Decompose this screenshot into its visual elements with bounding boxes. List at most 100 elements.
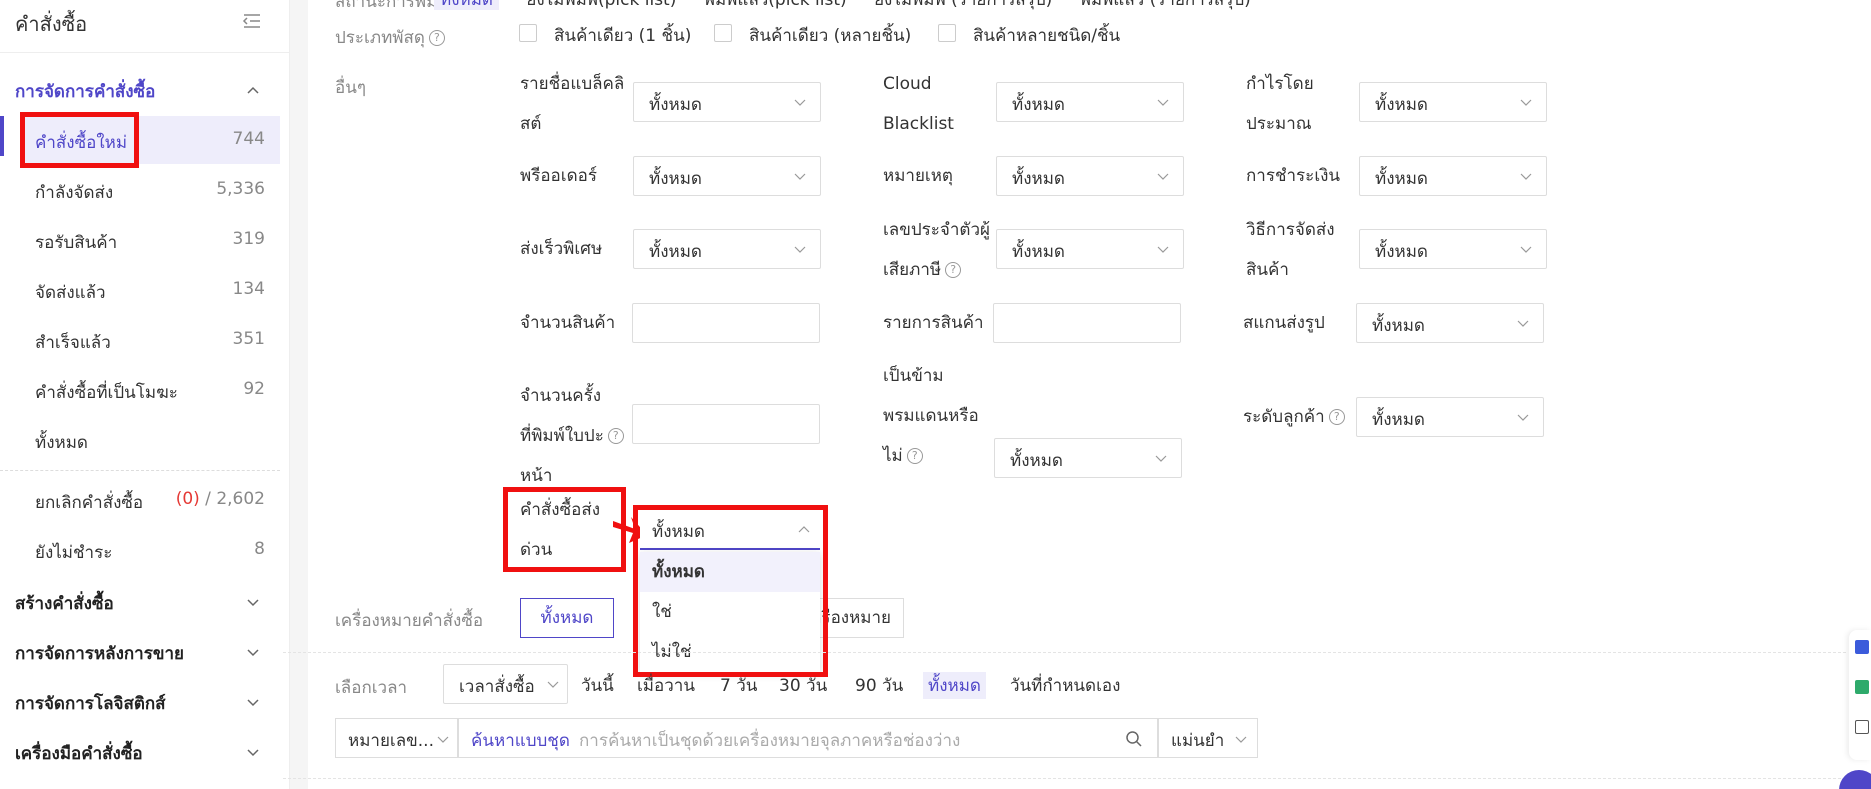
main-content: สถานะการพิมพ์ ทั้งหมด ยังไม่พิมพ์(pick l… bbox=[283, 0, 1871, 789]
time-option-yesterday[interactable]: เมื่อวาน bbox=[637, 672, 695, 699]
order-mark-all-button[interactable]: ทั้งหมด bbox=[520, 598, 614, 638]
chevron-down-icon bbox=[794, 99, 806, 106]
sidebar-item-void-orders[interactable]: คำสั่งซื้อที่เป็นโมฆะ 92 bbox=[20, 366, 280, 414]
sidebar-item-shipped[interactable]: จัดส่งแล้ว 134 bbox=[20, 266, 280, 314]
blacklist-select[interactable]: ทั้งหมด bbox=[633, 82, 821, 122]
checkbox-multi-type[interactable] bbox=[938, 24, 956, 42]
payment-select[interactable]: ทั้งหมด bbox=[1359, 156, 1547, 196]
shipping-method-select[interactable]: ทั้งหมด bbox=[1359, 229, 1547, 269]
chevron-down-icon bbox=[1235, 736, 1247, 743]
label-line: รายชื่อแบล็คลิ bbox=[520, 74, 625, 94]
label-line: Cloud bbox=[883, 74, 932, 94]
chevron-down-icon bbox=[1157, 99, 1169, 106]
sidebar-item-awaiting-receipt[interactable]: รอรับสินค้า 319 bbox=[20, 216, 280, 264]
checkbox-single-multi[interactable] bbox=[714, 24, 732, 42]
tab-printed-pick[interactable]: พิมพ์แล้ว(pick list) bbox=[704, 0, 847, 10]
preorder-select[interactable]: ทั้งหมด bbox=[633, 156, 821, 196]
checkbox-label: สินค้าเดียว (1 ชิ้น) bbox=[554, 26, 692, 46]
collapse-menu-icon[interactable] bbox=[242, 12, 262, 30]
select-value: ทั้งหมด bbox=[1372, 410, 1425, 430]
time-option-custom[interactable]: วันที่กำหนดเอง bbox=[1010, 672, 1120, 699]
cross-border-select[interactable]: ทั้งหมด bbox=[994, 438, 1182, 478]
sidebar-item-label: จัดส่งแล้ว bbox=[35, 283, 106, 303]
chevron-down-icon[interactable] bbox=[246, 595, 260, 609]
product-list-label: รายการสินค้า bbox=[883, 313, 984, 333]
count-separator: / bbox=[199, 489, 217, 509]
print-count-input[interactable] bbox=[632, 404, 820, 444]
tax-id-select[interactable]: ทั้งหมด bbox=[996, 229, 1184, 269]
sidebar-item-unpaid[interactable]: ยังไม่ชำระ 8 bbox=[20, 526, 280, 574]
help-icon[interactable]: ? bbox=[945, 262, 962, 278]
time-type-select[interactable]: เวลาสั่งซื้อ bbox=[443, 664, 568, 704]
time-option-today[interactable]: วันนี้ bbox=[581, 672, 614, 699]
cloud-blacklist-select[interactable]: ทั้งหมด bbox=[996, 82, 1184, 122]
label-line: สินค้า bbox=[1246, 260, 1289, 280]
chevron-down-icon bbox=[1520, 173, 1532, 180]
checkbox-single-one[interactable] bbox=[519, 24, 537, 42]
other-label: อื่นๆ bbox=[335, 78, 366, 98]
tab-not-printed-pick[interactable]: ยังไม่พิมพ์(pick list) bbox=[526, 0, 676, 10]
time-option-7d[interactable]: 7 วัน bbox=[720, 672, 757, 699]
help-icon[interactable]: ? bbox=[1328, 409, 1345, 425]
time-option-90d[interactable]: 90 วัน bbox=[855, 672, 903, 699]
feedback-icon[interactable] bbox=[1855, 640, 1869, 654]
select-value: ทั้งหมด bbox=[649, 95, 702, 115]
express-select[interactable]: ทั้งหมด bbox=[633, 229, 821, 269]
sidebar-item-cancelled[interactable]: ยกเลิกคำสั่งซื้อ (0) / 2,602 bbox=[20, 476, 280, 524]
section-divider bbox=[283, 778, 1846, 779]
chevron-down-icon bbox=[1157, 173, 1169, 180]
match-mode-select[interactable]: แม่นยำ bbox=[1158, 718, 1258, 758]
sidebar-item-label: ยกเลิกคำสั่งซื้อ bbox=[35, 493, 144, 513]
tab-not-printed-summary[interactable]: ยังไม่พิมพ์ (รายการสรุป) bbox=[874, 0, 1052, 10]
sidebar-item-all[interactable]: ทั้งหมด bbox=[20, 416, 280, 464]
label-line: Blacklist bbox=[883, 114, 954, 134]
chevron-down-icon[interactable] bbox=[246, 645, 260, 659]
scan-photo-label: สแกนส่งรูป bbox=[1243, 313, 1325, 333]
tab-printed-summary[interactable]: พิมพ์แล้ว (รายการสรุป) bbox=[1080, 0, 1251, 10]
chat-icon[interactable] bbox=[1855, 680, 1869, 694]
item-quantity-input[interactable] bbox=[632, 303, 820, 343]
select-value: ทั้งหมด bbox=[649, 169, 702, 189]
cancel-pending-count: (0) bbox=[175, 489, 200, 509]
print-status-label: สถานะการพิมพ์ bbox=[335, 0, 449, 12]
sidebar-item-label: คำสั่งซื้อที่เป็นโมฆะ bbox=[35, 383, 178, 403]
search-input[interactable]: ค้นหาแบบชุด การค้นหาเป็นชุดด้วยเครื่องหมา… bbox=[458, 718, 1158, 758]
chevron-down-icon[interactable] bbox=[246, 695, 260, 709]
chevron-down-icon bbox=[1157, 246, 1169, 253]
section-after-sales[interactable]: การจัดการหลังการขาย bbox=[15, 640, 184, 667]
select-value: แม่นยำ bbox=[1171, 731, 1225, 751]
sidebar-item-label: กำลังจัดส่ง bbox=[35, 183, 114, 203]
estimated-profit-label: กำไรโดย ประมาณ bbox=[1246, 64, 1314, 144]
section-logistics[interactable]: การจัดการโลจิสติกส์ bbox=[15, 690, 166, 717]
customer-level-select[interactable]: ทั้งหมด bbox=[1356, 397, 1544, 437]
section-create-order[interactable]: สร้างคำสั่งซื้อ bbox=[15, 590, 114, 617]
select-value: ทั้งหมด bbox=[1375, 242, 1428, 262]
note-select[interactable]: ทั้งหมด bbox=[996, 156, 1184, 196]
translate-icon[interactable] bbox=[1855, 720, 1869, 734]
tab-print-all[interactable]: ทั้งหมด bbox=[434, 0, 499, 10]
help-icon[interactable]: ? bbox=[906, 448, 923, 464]
sidebar-item-shipping[interactable]: กำลังจัดส่ง 5,336 bbox=[20, 166, 280, 214]
label-text: ไม่ bbox=[883, 446, 903, 466]
sidebar-dashed-divider bbox=[0, 470, 280, 471]
section-order-tools[interactable]: เครื่องมือคำสั่งซื้อ bbox=[15, 740, 143, 767]
time-option-all[interactable]: ทั้งหมด bbox=[923, 672, 986, 699]
chevron-up-icon[interactable] bbox=[246, 83, 260, 97]
search-icon[interactable] bbox=[1125, 730, 1143, 748]
scan-photo-select[interactable]: ทั้งหมด bbox=[1356, 303, 1544, 343]
sidebar-item-completed[interactable]: สำเร็จแล้ว 351 bbox=[20, 316, 280, 364]
cloud-blacklist-label: Cloud Blacklist bbox=[883, 64, 954, 144]
help-icon[interactable]: ? bbox=[607, 428, 624, 444]
help-icon[interactable]: ? bbox=[428, 30, 445, 46]
product-list-input[interactable] bbox=[993, 303, 1181, 343]
section-order-management[interactable]: การจัดการคำสั่งซื้อ bbox=[15, 78, 155, 105]
parcel-type-text: ประเภทพัสดุ bbox=[335, 28, 425, 48]
print-count-label: จำนวนครั้ง ที่พิมพ์ใบปะ? หน้า bbox=[520, 376, 624, 496]
sidebar-item-label: ทั้งหมด bbox=[35, 433, 88, 453]
estimated-profit-select[interactable]: ทั้งหมด bbox=[1359, 82, 1547, 122]
sidebar-item-count: 8 bbox=[254, 539, 265, 559]
print-status-tabs: ทั้งหมด ยังไม่พิมพ์(pick list) พิมพ์แล้ว… bbox=[434, 0, 1273, 12]
time-option-30d[interactable]: 30 วัน bbox=[779, 672, 827, 699]
search-field-select[interactable]: หมายเลข... bbox=[335, 718, 458, 758]
chevron-down-icon[interactable] bbox=[246, 745, 260, 759]
